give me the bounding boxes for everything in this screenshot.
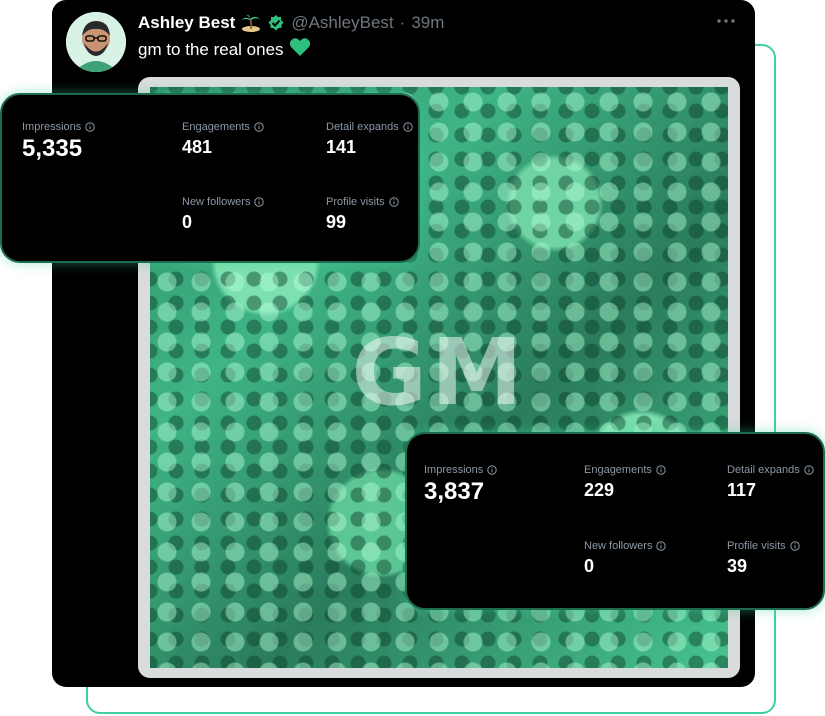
- info-icon[interactable]: [487, 465, 497, 475]
- metric-label: Profile visits: [727, 540, 800, 552]
- new-followers-label: New followers: [584, 540, 653, 552]
- metric-label: New followers: [182, 196, 265, 208]
- profile-visits-value: 39: [727, 556, 748, 576]
- more-options-icon[interactable]: [715, 10, 737, 32]
- new-followers-value: 0: [182, 212, 193, 232]
- info-icon[interactable]: [789, 541, 800, 551]
- impressions-value: 5,335: [22, 135, 83, 162]
- metric-profile-visits: Profile visits 99: [326, 196, 399, 233]
- info-icon[interactable]: [388, 197, 399, 207]
- info-icon[interactable]: [254, 197, 265, 207]
- profile-visits-value: 99: [326, 212, 347, 232]
- verified-badge-icon[interactable]: [267, 14, 285, 32]
- tweet-text: gm to the real ones: [138, 37, 311, 62]
- metric-impressions: Impressions 5,335: [22, 121, 95, 163]
- metric-label: Impressions: [22, 121, 95, 133]
- separator: ·: [399, 13, 406, 32]
- metric-new-followers: New followers 0: [182, 196, 265, 233]
- new-followers-label: New followers: [182, 196, 251, 208]
- green-heart-icon: [289, 37, 311, 62]
- engagements-label: Engagements: [584, 464, 652, 476]
- metric-label: Engagements: [182, 121, 264, 133]
- timestamp[interactable]: 39m: [411, 13, 444, 33]
- info-icon[interactable]: [804, 465, 814, 475]
- metric-engagements: Engagements 229: [584, 464, 666, 501]
- metric-impressions: Impressions 3,837: [424, 464, 497, 506]
- avatar-illustration: [66, 12, 126, 72]
- author-name[interactable]: Ashley Best: [138, 13, 235, 33]
- info-icon[interactable]: [85, 122, 95, 132]
- metric-label: Impressions: [424, 464, 497, 476]
- impressions-value: 3,837: [424, 478, 485, 505]
- tweet-analytics-card: Impressions 5,335 Engagements 481 Detail…: [0, 93, 420, 263]
- engagements-value: 481: [182, 137, 213, 157]
- impressions-label: Impressions: [424, 464, 484, 476]
- metric-label: New followers: [584, 540, 667, 552]
- detail-expands-label: Detail expands: [326, 121, 399, 133]
- detail-expands-value: 141: [326, 137, 357, 157]
- metric-detail-expands: Detail expands 141: [326, 121, 413, 158]
- detail-expands-value: 117: [727, 480, 757, 500]
- tweet-text-content: gm to the real ones: [138, 39, 284, 59]
- metric-profile-visits: Profile visits 39: [727, 540, 800, 577]
- info-icon[interactable]: [403, 122, 413, 132]
- metric-label: Detail expands: [727, 464, 814, 476]
- metric-engagements: Engagements 481: [182, 121, 264, 158]
- detail-expands-label: Detail expands: [727, 464, 800, 476]
- tweet-analytics-card: Impressions 3,837 Engagements 229 Detail…: [405, 432, 825, 610]
- metric-label: Engagements: [584, 464, 666, 476]
- metric-detail-expands: Detail expands 117: [727, 464, 814, 501]
- media-overlay-text: GM: [351, 319, 527, 426]
- metric-label: Profile visits: [326, 196, 399, 208]
- profile-visits-label: Profile visits: [727, 540, 786, 552]
- island-emoji-icon: [241, 14, 261, 32]
- new-followers-value: 0: [584, 556, 595, 576]
- engagements-label: Engagements: [182, 121, 250, 133]
- avatar[interactable]: [66, 12, 126, 72]
- info-icon[interactable]: [656, 541, 667, 551]
- author-handle[interactable]: @AshleyBest: [291, 13, 393, 33]
- engagements-value: 229: [584, 480, 615, 500]
- metric-label: Detail expands: [326, 121, 413, 133]
- tweet-header: Ashley Best @AshleyBest · 39m: [138, 12, 444, 34]
- info-icon[interactable]: [656, 465, 666, 475]
- info-icon[interactable]: [254, 122, 264, 132]
- profile-visits-label: Profile visits: [326, 196, 385, 208]
- metric-new-followers: New followers 0: [584, 540, 667, 577]
- impressions-label: Impressions: [22, 121, 82, 133]
